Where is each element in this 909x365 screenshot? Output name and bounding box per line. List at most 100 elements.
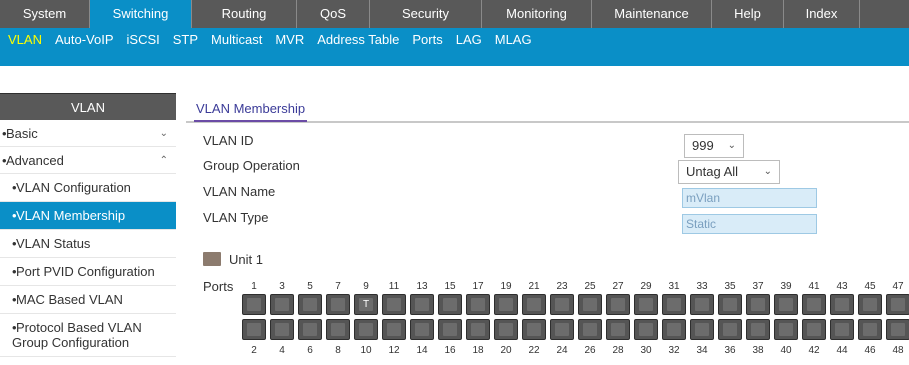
port-14[interactable]	[410, 319, 434, 340]
port-18[interactable]	[466, 319, 490, 340]
subnav-auto-voip[interactable]: Auto-VoIP	[55, 32, 114, 47]
nav-tab-monitoring[interactable]: Monitoring	[482, 0, 592, 28]
port-46[interactable]	[858, 319, 882, 340]
port-number-label: 12	[388, 345, 400, 356]
port-24[interactable]	[550, 319, 574, 340]
port-12[interactable]	[382, 319, 406, 340]
port-37[interactable]	[746, 294, 770, 315]
port-27[interactable]	[606, 294, 630, 315]
port-number-label: 38	[752, 345, 764, 356]
port-number-label: 30	[640, 345, 652, 356]
group-operation-select[interactable]: Untag All ⌄	[678, 160, 780, 184]
port-number-label: 6	[307, 345, 313, 356]
port-number-label: 36	[724, 345, 736, 356]
port-31[interactable]	[662, 294, 686, 315]
subnav-address-table[interactable]: Address Table	[317, 32, 399, 47]
port-33[interactable]	[690, 294, 714, 315]
subnav-iscsi[interactable]: iSCSI	[127, 32, 160, 47]
port-13[interactable]	[410, 294, 434, 315]
port-28[interactable]	[606, 319, 630, 340]
sidebar-group-advanced[interactable]: •Advanced ⌃	[0, 147, 176, 174]
port-26[interactable]	[578, 319, 602, 340]
vlan-name-field[interactable]: mVlan	[682, 188, 817, 208]
port-7[interactable]	[326, 294, 350, 315]
port-42[interactable]	[802, 319, 826, 340]
subnav-vlan[interactable]: VLAN	[8, 32, 42, 47]
subnav-mlag[interactable]: MLAG	[495, 32, 532, 47]
port-20[interactable]	[494, 319, 518, 340]
port-2[interactable]	[242, 319, 266, 340]
port-22[interactable]	[522, 319, 546, 340]
sidebar-item-label: VLAN Status	[16, 236, 91, 251]
port-8[interactable]	[326, 319, 350, 340]
nav-tab-maintenance[interactable]: Maintenance	[592, 0, 712, 28]
sidebar-item-port-pvid-configuration[interactable]: •Port PVID Configuration	[0, 258, 176, 286]
vlan-type-field: Static	[682, 214, 817, 234]
port-36[interactable]	[718, 319, 742, 340]
sub-nav: VLAN Auto-VoIP iSCSI STP Multicast MVR A…	[0, 28, 909, 66]
vlan-id-select[interactable]: 999 ⌄	[684, 134, 744, 158]
port-number-label: 31	[668, 281, 680, 292]
nav-tab-index[interactable]: Index	[784, 0, 860, 28]
port-6[interactable]	[298, 319, 322, 340]
port-3[interactable]	[270, 294, 294, 315]
port-number-label: 8	[335, 345, 341, 356]
port-41[interactable]	[802, 294, 826, 315]
sidebar-item-vlan-configuration[interactable]: •VLAN Configuration	[0, 174, 176, 202]
port-number-label: 28	[612, 345, 624, 356]
port-35[interactable]	[718, 294, 742, 315]
nav-tab-help[interactable]: Help	[712, 0, 784, 28]
port-4[interactable]	[270, 319, 294, 340]
sidebar-item-protocol-based-vlan[interactable]: •Protocol Based VLAN Group Configuration	[0, 314, 176, 357]
port-45[interactable]	[858, 294, 882, 315]
port-10[interactable]	[354, 319, 378, 340]
port-number-label: 45	[864, 281, 876, 292]
port-25[interactable]	[578, 294, 602, 315]
port-16[interactable]	[438, 319, 462, 340]
nav-tab-system[interactable]: System	[0, 0, 90, 28]
port-47[interactable]	[886, 294, 909, 315]
nav-tab-switching[interactable]: Switching	[90, 0, 192, 28]
sidebar: VLAN •Basic ⌄ •Advanced ⌃ •VLAN Configur…	[0, 93, 176, 365]
tab-vlan-membership[interactable]: VLAN Membership	[194, 101, 308, 122]
port-48[interactable]	[886, 319, 909, 340]
port-32[interactable]	[662, 319, 686, 340]
subnav-lag[interactable]: LAG	[456, 32, 482, 47]
chevron-down-icon: ⌄	[159, 128, 168, 139]
port-29[interactable]	[634, 294, 658, 315]
port-number-label: 7	[335, 281, 341, 292]
subnav-stp[interactable]: STP	[173, 32, 198, 47]
port-34[interactable]	[690, 319, 714, 340]
port-39[interactable]	[774, 294, 798, 315]
port-44[interactable]	[830, 319, 854, 340]
subnav-ports[interactable]: Ports	[412, 32, 442, 47]
sidebar-group-basic[interactable]: •Basic ⌄	[0, 120, 176, 147]
nav-tab-security[interactable]: Security	[370, 0, 482, 28]
port-15[interactable]	[438, 294, 462, 315]
port-number-label: 25	[584, 281, 596, 292]
port-19[interactable]	[494, 294, 518, 315]
port-30[interactable]	[634, 319, 658, 340]
nav-tab-routing[interactable]: Routing	[192, 0, 297, 28]
unit-header: Unit 1	[203, 249, 263, 269]
group-operation-value: Untag All	[686, 164, 739, 179]
sidebar-item-mac-based-vlan[interactable]: •MAC Based VLAN	[0, 286, 176, 314]
port-9[interactable]: T	[354, 294, 378, 315]
sidebar-item-vlan-status[interactable]: •VLAN Status	[0, 230, 176, 258]
port-11[interactable]	[382, 294, 406, 315]
vlan-type-label: VLAN Type	[203, 210, 269, 225]
port-38[interactable]	[746, 319, 770, 340]
port-43[interactable]	[830, 294, 854, 315]
subnav-mvr[interactable]: MVR	[275, 32, 304, 47]
port-number-label: 32	[668, 345, 680, 356]
port-number-label: 22	[528, 345, 540, 356]
port-23[interactable]	[550, 294, 574, 315]
port-5[interactable]	[298, 294, 322, 315]
sidebar-item-vlan-membership[interactable]: •VLAN Membership	[0, 202, 176, 230]
port-1[interactable]	[242, 294, 266, 315]
nav-tab-qos[interactable]: QoS	[297, 0, 370, 28]
port-21[interactable]	[522, 294, 546, 315]
port-40[interactable]	[774, 319, 798, 340]
subnav-multicast[interactable]: Multicast	[211, 32, 262, 47]
port-17[interactable]	[466, 294, 490, 315]
